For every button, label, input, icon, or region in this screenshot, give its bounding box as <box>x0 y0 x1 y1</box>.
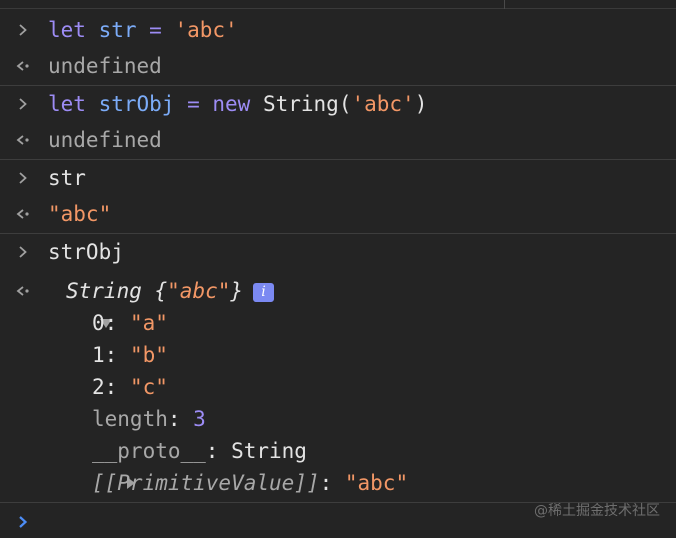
preview-brace-open: { <box>141 279 168 303</box>
console-output-text: undefined <box>48 54 162 78</box>
property-separator: : <box>104 311 130 335</box>
object-length-row: length: 3 <box>0 403 676 435</box>
return-arrow-icon <box>12 48 34 84</box>
property-key: 1 <box>92 343 105 367</box>
property-value: "c" <box>129 375 168 399</box>
property-separator: : <box>167 407 194 431</box>
object-type-label: String <box>66 279 142 303</box>
return-arrow-icon <box>12 275 34 307</box>
proto-key: __proto__ <box>92 439 206 463</box>
chevron-right-icon <box>12 86 34 122</box>
object-property-row: 2: "c" <box>0 371 676 403</box>
preview-value: "abc" <box>167 279 231 303</box>
console-input-text[interactable]: str <box>48 160 86 196</box>
primitive-value: "abc" <box>344 471 409 495</box>
operator-token: = <box>136 18 175 42</box>
property-value: "a" <box>129 311 168 335</box>
string-token: 'abc' <box>174 18 238 42</box>
chevron-right-icon <box>12 160 34 196</box>
return-arrow-icon <box>12 122 34 158</box>
object-primitive-row: [[PrimitiveValue]]: "abc" <box>0 467 676 499</box>
console-input-row[interactable]: str <box>0 160 676 196</box>
proto-value: String <box>231 439 307 463</box>
console-input-text[interactable]: let str = 'abc' <box>48 12 238 48</box>
chevron-right-icon <box>12 12 34 48</box>
console-prompt-input[interactable] <box>0 505 676 538</box>
console-input-text[interactable]: strObj <box>48 234 124 270</box>
console-output-row: undefined <box>0 122 676 158</box>
property-separator: : <box>104 343 130 367</box>
object-proto-row[interactable]: __proto__: String <box>0 435 676 489</box>
property-separator: : <box>319 471 345 495</box>
length-key: length <box>92 407 168 431</box>
console-output-row: "abc" <box>0 196 676 232</box>
function-token: String( <box>250 92 352 116</box>
object-preview[interactable]: String {"abc"} i <box>66 275 275 307</box>
property-key: 0 <box>92 311 105 335</box>
operator-token: = <box>174 92 213 116</box>
chevron-right-icon <box>12 505 34 538</box>
length-value: 3 <box>193 407 206 431</box>
console-output-text: "abc" <box>48 202 112 226</box>
object-property-row: 0: "a" <box>0 307 676 339</box>
paren-token: ) <box>414 92 428 116</box>
property-separator: : <box>104 375 130 399</box>
property-separator: : <box>205 439 232 463</box>
info-icon[interactable]: i <box>253 283 275 302</box>
console-output-row: undefined <box>0 48 676 84</box>
object-preview-row[interactable]: String {"abc"} i <box>0 275 676 328</box>
variable-token: strObj <box>98 92 175 116</box>
string-token: 'abc' <box>351 92 415 116</box>
keyword-token: let <box>48 18 86 42</box>
property-key: 2 <box>92 375 105 399</box>
console-output-text: undefined <box>48 128 162 152</box>
return-arrow-icon <box>12 196 34 232</box>
console-input-text[interactable]: let strObj = new String('abc') <box>48 86 427 122</box>
variable-token: str <box>98 18 137 42</box>
console-input-row[interactable]: let strObj = new String('abc') <box>0 86 676 122</box>
chevron-right-icon <box>12 234 34 270</box>
primitive-key: [[PrimitiveValue]] <box>92 471 320 495</box>
keyword-token: new <box>212 92 251 116</box>
keyword-token: let <box>48 92 86 116</box>
object-property-row: 1: "b" <box>0 339 676 371</box>
preview-brace-close: } <box>230 279 244 303</box>
property-value: "b" <box>129 343 168 367</box>
console-top-border <box>0 0 676 9</box>
console-input-row[interactable]: let str = 'abc' <box>0 12 676 48</box>
console-input-row[interactable]: strObj <box>0 234 676 270</box>
